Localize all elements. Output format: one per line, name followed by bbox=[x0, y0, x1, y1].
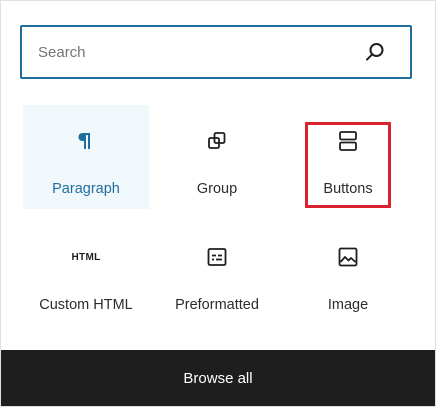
block-label: Custom HTML bbox=[39, 297, 133, 313]
paragraph-icon bbox=[74, 129, 98, 153]
image-icon bbox=[336, 245, 360, 269]
buttons-icon bbox=[336, 129, 360, 153]
html-icon: HTML bbox=[71, 245, 101, 269]
html-icon-text: HTML bbox=[71, 251, 101, 263]
block-label: Group bbox=[196, 181, 238, 197]
block-preformatted[interactable]: Preformatted bbox=[154, 221, 280, 325]
group-icon bbox=[205, 129, 229, 153]
block-label: Image bbox=[327, 297, 369, 313]
block-paragraph[interactable]: Paragraph bbox=[23, 105, 149, 209]
block-inserter-popover: Paragraph Group Buttons HTML Custom HTML bbox=[0, 0, 436, 407]
search-box bbox=[20, 25, 412, 79]
block-label: Paragraph bbox=[52, 181, 120, 197]
block-label: Preformatted bbox=[175, 297, 259, 313]
block-custom-html[interactable]: HTML Custom HTML bbox=[23, 221, 149, 325]
search-input[interactable] bbox=[38, 27, 338, 77]
preformatted-icon bbox=[205, 245, 229, 269]
block-label: Buttons bbox=[323, 181, 373, 197]
search-icon[interactable] bbox=[364, 41, 386, 63]
block-buttons[interactable]: Buttons bbox=[285, 105, 411, 209]
block-group[interactable]: Group bbox=[154, 105, 280, 209]
block-image[interactable]: Image bbox=[285, 221, 411, 325]
browse-all-button[interactable]: Browse all bbox=[1, 350, 435, 406]
